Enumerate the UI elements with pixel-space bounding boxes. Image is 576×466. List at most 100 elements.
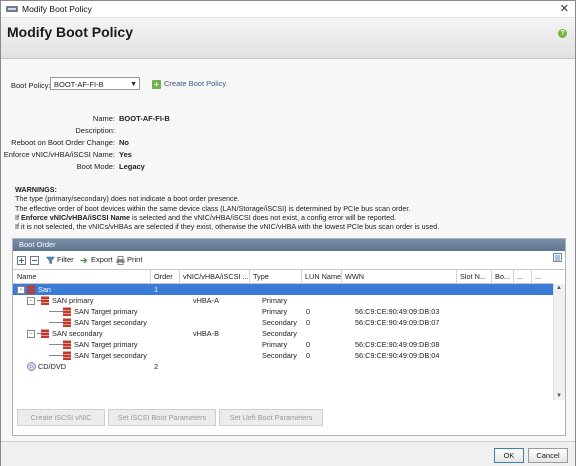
- boot-order-toolbar: Filter Export Print: [13, 252, 565, 267]
- title-bar: Modify Boot Policy ✕: [1, 1, 575, 18]
- grid-header: Name Order vNIC/vHBA/iSCSI ... Type LUN …: [13, 270, 553, 284]
- prop-reboot: Reboot on Boot Order Change: No: [1, 138, 301, 149]
- dialog-header: Modify Boot Policy ?: [1, 18, 575, 59]
- col-more-2[interactable]: ...: [535, 272, 549, 281]
- row-name: CD/DVD: [38, 362, 66, 371]
- prop-name: Name: BOOT-AF-FI-B: [1, 114, 301, 125]
- row-name: SAN Target primary: [74, 307, 138, 316]
- row-type: Secondary: [262, 329, 297, 338]
- column-chooser-icon[interactable]: [553, 253, 562, 262]
- prop-description: Description:: [1, 126, 301, 137]
- help-icon[interactable]: ?: [558, 29, 567, 38]
- ucs-app-icon: [6, 6, 18, 12]
- modify-boot-policy-window: Modify Boot Policy ✕ Modify Boot Policy …: [0, 0, 576, 466]
- row-name: SAN Target secondary: [74, 318, 147, 327]
- table-row[interactable]: − SAN secondary vHBA-B Secondary: [13, 328, 553, 339]
- san-target-icon: [49, 318, 71, 327]
- row-type: Secondary: [262, 351, 297, 360]
- prop-boot-mode: Boot Mode: Legacy: [1, 162, 301, 173]
- collapse-all-button[interactable]: [30, 255, 41, 265]
- table-row[interactable]: SAN Target secondary Secondary 0 56:C9:C…: [13, 350, 553, 361]
- create-iscsi-vnic-button[interactable]: Create iSCSI vNIC: [17, 409, 105, 426]
- filter-label: Filter: [57, 255, 74, 264]
- row-name: SAN Target secondary: [74, 351, 147, 360]
- boot-order-panel: Boot Order Filter Export Print Name Orde…: [12, 238, 566, 436]
- print-icon: [116, 255, 125, 265]
- table-row[interactable]: − San 1: [13, 284, 553, 295]
- warning-line: The effective order of boot devices with…: [15, 203, 411, 213]
- dialog-content: Boot Policy: BOOT-AF-FI-B ▼ + Create Boot…: [1, 59, 575, 441]
- prop-reboot-value: No: [119, 138, 129, 147]
- san-target-icon: [49, 307, 71, 316]
- warning-line: The type (primary/secondary) does not in…: [15, 194, 240, 204]
- prop-description-label: Description:: [75, 126, 115, 135]
- set-uefi-boot-params-button[interactable]: Set Uefi Boot Parameters: [219, 409, 323, 426]
- window-title: Modify Boot Policy: [22, 4, 92, 14]
- scroll-up-icon[interactable]: ▲: [556, 285, 562, 291]
- row-wwn: 56:C9:CE:90:49:09:DB:04: [355, 351, 440, 360]
- col-wwn[interactable]: WWN: [345, 272, 405, 281]
- san-icon: [37, 296, 49, 305]
- print-button[interactable]: Print: [116, 255, 142, 265]
- boot-policy-selected-value: BOOT-AF-FI-B: [54, 80, 104, 89]
- prop-name-label: Name:: [92, 114, 115, 123]
- warning-line: If it is not selected, the vNICs/vHBAs a…: [15, 222, 440, 232]
- create-boot-policy-link[interactable]: + Create Boot Policy: [152, 79, 226, 89]
- warning-bold-text: Enforce vNIC/vHBA/iSCSI Name: [21, 212, 131, 222]
- boot-policy-select[interactable]: BOOT-AF-FI-B ▼: [50, 77, 140, 90]
- prop-enforce-value: Yes: [119, 150, 132, 159]
- boot-order-header: Boot Order: [13, 239, 565, 251]
- prop-name-value: BOOT-AF-FI-B: [119, 114, 170, 123]
- row-wwn: 56:C9:CE:90:49:09:DB:08: [355, 340, 440, 349]
- add-icon: +: [152, 79, 161, 89]
- tree-toggle-icon[interactable]: −: [27, 297, 35, 305]
- row-name: SAN primary: [52, 296, 94, 305]
- col-name[interactable]: Name: [17, 272, 147, 281]
- prop-enforce-label: Enforce vNIC/vHBA/iSCSI Name:: [3, 150, 115, 159]
- tree-toggle-icon[interactable]: −: [17, 286, 25, 294]
- col-type[interactable]: Type: [253, 272, 293, 281]
- prop-boot-mode-value: Legacy: [119, 162, 145, 171]
- create-boot-policy-label: Create Boot Policy: [164, 79, 227, 88]
- set-iscsi-boot-params-button[interactable]: Set iSCSI Boot Parameters: [108, 409, 216, 426]
- print-label: Print: [127, 255, 143, 264]
- table-row[interactable]: SAN Target secondary Secondary 0 56:C9:C…: [13, 317, 553, 328]
- table-row[interactable]: CD/DVD 2: [13, 361, 553, 372]
- row-type: Primary: [262, 296, 288, 305]
- close-icon[interactable]: ✕: [560, 2, 569, 15]
- col-bo[interactable]: Bo...: [495, 272, 511, 281]
- expand-all-button[interactable]: [17, 255, 28, 265]
- row-type: Primary: [262, 307, 288, 316]
- prop-enforce: Enforce vNIC/vHBA/iSCSI Name: Yes: [1, 150, 301, 161]
- warning-line: If Enforce vNIC/vHBA/iSCSI Name is selec…: [15, 213, 439, 222]
- table-row[interactable]: SAN Target primary Primary 0 56:C9:CE:90…: [13, 339, 553, 350]
- row-wwn: 56:C9:CE:90:49:09:DB:07: [355, 318, 440, 327]
- col-lun-name[interactable]: LUN Name: [305, 272, 343, 281]
- export-button[interactable]: Export: [80, 255, 113, 265]
- row-lun: 0: [306, 351, 311, 360]
- col-order[interactable]: Order: [154, 272, 178, 281]
- collapse-icon: [30, 255, 39, 265]
- warnings-title: WARNINGS:: [15, 185, 57, 194]
- col-vnic[interactable]: vNIC/vHBA/iSCSI ...: [183, 272, 251, 281]
- filter-button[interactable]: Filter: [46, 255, 74, 265]
- boot-policy-label: Boot Policy:: [11, 81, 51, 90]
- table-row[interactable]: SAN Target primary Primary 0 56:C9:CE:90…: [13, 306, 553, 317]
- san-target-icon: [49, 340, 71, 349]
- col-more-1[interactable]: ...: [517, 272, 531, 281]
- table-row[interactable]: − SAN primary vHBA-A Primary: [13, 295, 553, 306]
- dialog-footer: OK Cancel: [1, 441, 575, 466]
- export-label: Export: [91, 255, 113, 264]
- scroll-down-icon[interactable]: ▼: [556, 393, 562, 399]
- storage-icon: [27, 285, 35, 294]
- grid-vertical-scrollbar[interactable]: ▲ ▼: [553, 284, 565, 400]
- boot-order-grid: Name Order vNIC/vHBA/iSCSI ... Type LUN …: [13, 269, 565, 400]
- cancel-button[interactable]: Cancel: [528, 448, 568, 463]
- row-order: 1: [154, 285, 159, 294]
- tree-toggle-icon[interactable]: −: [27, 330, 35, 338]
- san-target-icon: [49, 351, 71, 360]
- col-slot[interactable]: Slot N...: [460, 272, 490, 281]
- ok-button[interactable]: OK: [494, 448, 524, 463]
- prop-reboot-label: Reboot on Boot Order Change:: [11, 138, 115, 147]
- warning-text: is selected and the vNIC/vHBA/iSCSI does…: [130, 212, 397, 222]
